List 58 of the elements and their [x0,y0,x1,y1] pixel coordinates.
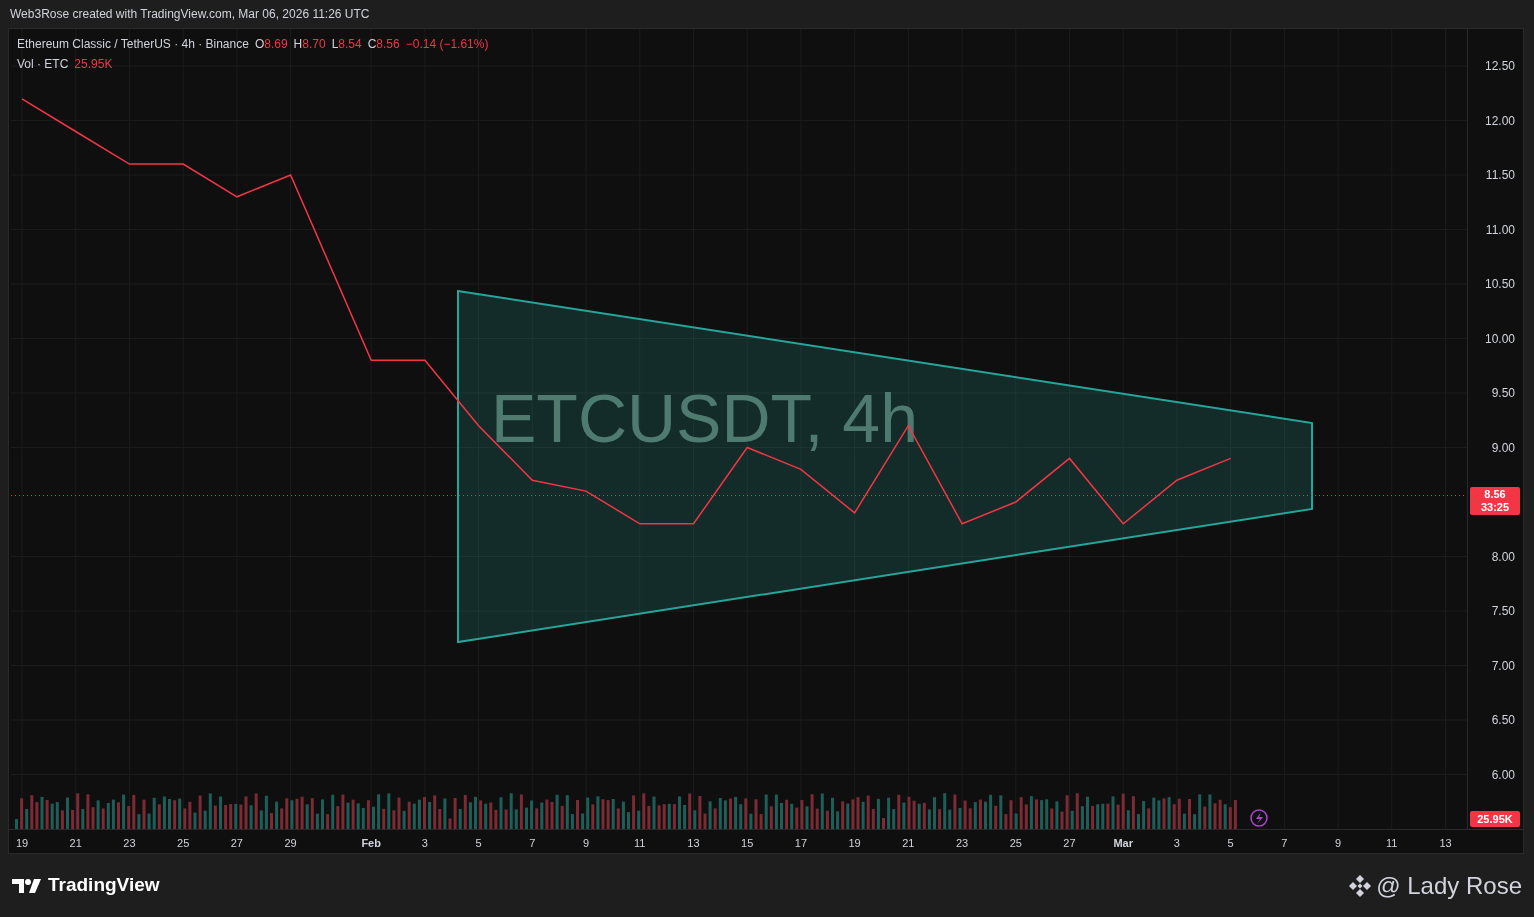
date-axis-label: 11 [1386,836,1398,851]
date-axis-label: 21 [902,836,915,851]
price-axis-label: 12.00 [1484,112,1515,130]
price-axis-label: 12.50 [1484,58,1515,76]
price-axis-label: 11.50 [1485,167,1515,185]
bar-countdown: 33:25 [1480,501,1510,515]
date-axis-label: 3 [421,836,428,851]
brand-name: TradingView [48,873,160,898]
date-axis-label: 13 [1439,836,1452,851]
price-axis-label: 9.00 [1491,439,1515,457]
date-axis-label: 19 [848,836,861,851]
high-value: H8.70 [293,36,326,53]
date-axis-label: 17 [794,836,808,851]
change-value: −0.14 (−1.61%) [405,36,489,53]
date-axis-label: 15 [741,836,754,851]
symbol-watermark: ETCUSDT, 4h [491,380,918,457]
tradingview-logo-icon [12,877,42,894]
price-axis-label: 6.50 [1491,712,1515,729]
low-value: L8.54 [331,36,362,53]
date-axis-label: 27 [230,836,243,851]
lightning-icon [1250,809,1268,827]
current-price: 8.56 [1484,488,1506,502]
date-axis-label: Feb [361,836,381,851]
close-value: C8.56 [367,36,400,53]
price-axis-label: 10.50 [1484,276,1515,294]
price-axis-label: 7.50 [1491,603,1515,620]
date-axis-label: Mar [1113,836,1133,851]
date-axis-label: 21 [69,836,82,851]
diamond-logo-icon [1348,873,1373,898]
date-axis-label: 19 [15,836,29,851]
symbol-title: Ethereum Classic / TetherUS · 4h · Binance [17,36,249,53]
price-axis-label: 10.00 [1484,330,1515,348]
date-axis-label: 3 [1173,836,1180,851]
volume-tag: 25.95K [1470,810,1520,827]
date-axis-label: 11 [634,836,646,851]
date-axis-label: 13 [687,836,700,851]
date-axis-label: 5 [1227,836,1234,851]
header-caption: Web3Rose created with TradingView.com, Mar 06, 2026 11:26 UTC [10,6,370,23]
price-axis-label: 11.00 [1485,221,1515,239]
date-axis-label: 29 [284,836,297,851]
date-axis-label: 5 [475,836,482,851]
date-axis-label: 27 [1063,836,1076,851]
volume-title: Vol · ETC [17,56,69,73]
price-axis-label: 7.00 [1491,657,1515,675]
date-axis-label: 7 [529,836,536,851]
open-value: O8.69 [254,36,288,53]
date-axis-label: 9 [1335,836,1342,851]
date-axis-label: 25 [177,836,190,851]
volume-value: 25.95K [74,56,113,73]
date-axis-label: 23 [123,836,136,851]
price-axis-label: 8.00 [1491,548,1515,566]
price-axis-label: 6.00 [1491,766,1515,784]
date-axis-label: 23 [955,836,969,851]
date-axis-label: 9 [582,836,590,851]
price-axis-label: 9.50 [1491,385,1515,403]
date-axis-label: 25 [1009,836,1022,851]
date-axis-label: 7 [1281,836,1288,851]
author-signature: @ Lady Rose [1376,870,1522,901]
